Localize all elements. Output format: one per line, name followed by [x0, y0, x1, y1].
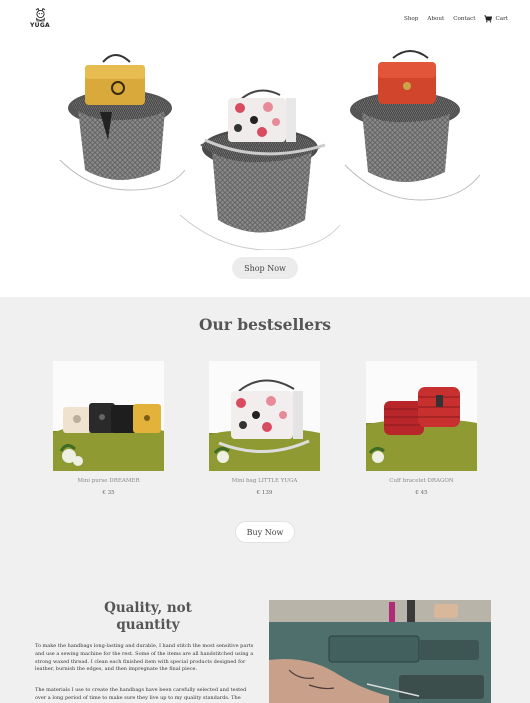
- hero-stump-center: [179, 128, 341, 250]
- product-name[interactable]: Mini bag LITTLE YUGA: [209, 478, 320, 484]
- quality-title: Quality, not quantity: [104, 600, 192, 633]
- nav-shop[interactable]: Shop: [404, 16, 418, 22]
- product-name[interactable]: Cuff bracelet DRAGON: [366, 478, 477, 484]
- shop-now-button[interactable]: Shop Now: [232, 257, 298, 279]
- bestsellers-title: Our bestsellers: [198, 315, 332, 334]
- buy-now-button[interactable]: Buy Now: [235, 521, 295, 543]
- product-image[interactable]: [366, 361, 477, 471]
- nav-cart[interactable]: Cart: [484, 15, 508, 23]
- hero-stump-right: [344, 92, 481, 201]
- workshop-photo: [269, 600, 491, 703]
- nav-about[interactable]: About: [427, 16, 444, 22]
- quality-section: Quality, not quantity To make the handba…: [0, 562, 530, 703]
- product-price: € 139: [256, 490, 273, 496]
- product-price: € 45: [415, 490, 428, 496]
- quality-paragraph: The materials I use to create the handba…: [35, 687, 247, 701]
- cart-icon: [484, 15, 493, 23]
- hero-bag-yellow: [85, 54, 145, 105]
- bestsellers-section: Our bestsellers Mini purse DREAMER € 35: [0, 297, 530, 562]
- product-price: € 35: [102, 490, 115, 496]
- product-card[interactable]: Mini purse DREAMER € 35: [53, 361, 164, 496]
- cart-label: Cart: [495, 16, 508, 22]
- quality-paragraph: To make the handbags long-lasting and du…: [35, 643, 254, 673]
- product-card[interactable]: Cuff bracelet DRAGON € 45: [366, 361, 477, 496]
- product-photo-dragon: [366, 361, 477, 471]
- product-photo-dreamer: [53, 361, 164, 471]
- workshop-image: [269, 600, 491, 703]
- logo[interactable]: YUGA: [30, 8, 50, 29]
- product-image[interactable]: [53, 361, 164, 471]
- product-photo-little-yuga: [209, 361, 320, 471]
- nav-contact[interactable]: Contact: [453, 16, 475, 22]
- logo-text: YUGA: [30, 22, 50, 29]
- hero-image: [59, 50, 481, 250]
- product-image[interactable]: [209, 361, 320, 471]
- product-name[interactable]: Mini purse DREAMER: [53, 478, 164, 484]
- hero-bag-floral: [228, 89, 296, 142]
- hero-section: Shop Now: [0, 40, 530, 297]
- site-header: YUGA Shop About Contact Cart: [0, 0, 530, 40]
- product-card[interactable]: Mini bag LITTLE YUGA € 139: [209, 361, 320, 496]
- hero-bag-red: [378, 50, 436, 104]
- logo-icon: [35, 8, 45, 22]
- main-nav: Shop About Contact Cart: [404, 15, 508, 23]
